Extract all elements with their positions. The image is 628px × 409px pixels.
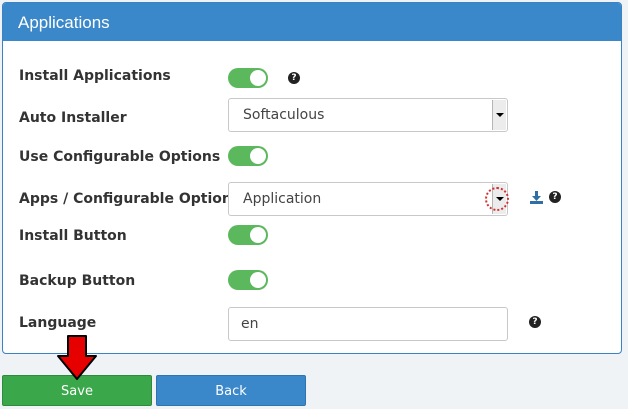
panel-header: Applications bbox=[3, 3, 621, 41]
use-configurable-options-label: Use Configurable Options bbox=[19, 149, 221, 165]
auto-installer-select[interactable]: Softaculous bbox=[228, 98, 508, 132]
install-button-label: Install Button bbox=[19, 228, 127, 244]
help-icon[interactable]: ? bbox=[529, 316, 541, 328]
apps-configurable-options-select[interactable]: Application bbox=[228, 182, 508, 216]
install-applications-toggle[interactable] bbox=[228, 68, 268, 88]
install-button-toggle[interactable] bbox=[228, 225, 268, 245]
applications-panel: Applications Install Applications ? Auto… bbox=[2, 2, 622, 354]
backup-button-toggle[interactable] bbox=[228, 270, 268, 290]
apps-configurable-options-value: Application bbox=[243, 191, 322, 207]
apps-configurable-options-label: Apps / Configurable Options bbox=[19, 191, 241, 207]
auto-installer-value: Softaculous bbox=[243, 107, 325, 123]
backup-button-label: Backup Button bbox=[19, 273, 136, 289]
highlight-circle bbox=[485, 187, 509, 211]
help-icon[interactable]: ? bbox=[288, 72, 300, 84]
panel-title: Applications bbox=[18, 13, 110, 32]
auto-installer-label: Auto Installer bbox=[19, 110, 127, 126]
toggle-knob bbox=[250, 70, 266, 86]
toggle-knob bbox=[250, 148, 266, 164]
help-icon[interactable]: ? bbox=[549, 191, 561, 203]
toggle-knob bbox=[250, 272, 266, 288]
download-icon[interactable] bbox=[530, 191, 543, 204]
use-configurable-options-toggle[interactable] bbox=[228, 146, 268, 166]
language-input[interactable] bbox=[228, 307, 508, 341]
toggle-knob bbox=[250, 227, 266, 243]
arrow-down-icon bbox=[57, 335, 97, 380]
language-label: Language bbox=[19, 315, 97, 331]
install-applications-label: Install Applications bbox=[19, 68, 171, 84]
chevron-down-icon[interactable] bbox=[492, 100, 506, 130]
back-button[interactable]: Back bbox=[156, 375, 306, 406]
